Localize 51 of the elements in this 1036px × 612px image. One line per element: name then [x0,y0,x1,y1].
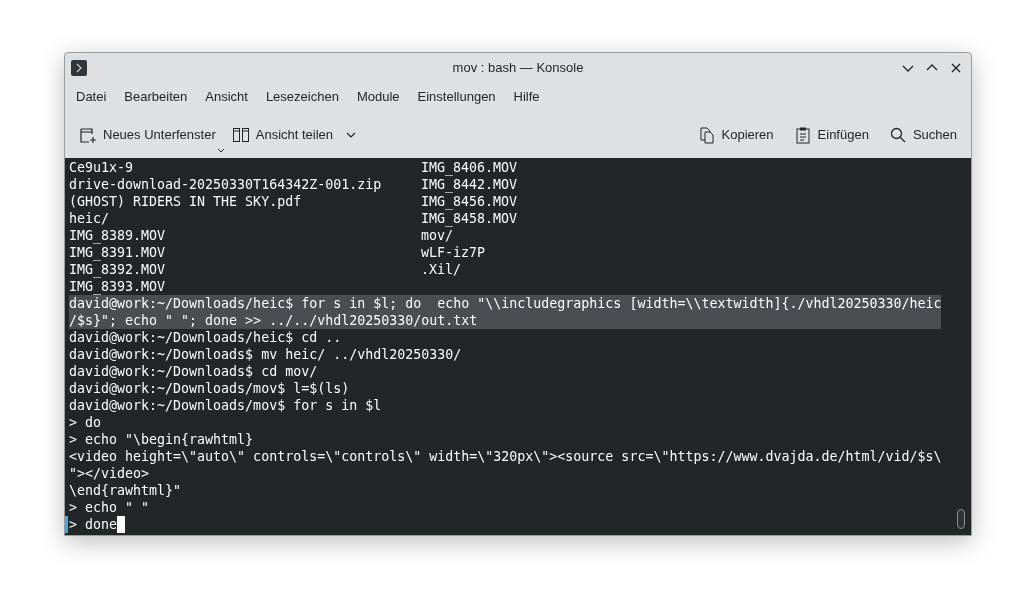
toolbar-button[interactable]: Ansicht teilen [231,121,358,149]
toolbar-button[interactable]: Einfügen [793,121,869,149]
menu-item[interactable]: Module [347,84,409,110]
terminal-line: \end{rawhtml}" [69,482,182,499]
terminal-icon [71,59,87,76]
scrollbar-handle[interactable] [957,509,965,529]
terminal-line: david@work:~/Downloads/mov$ for s in $l [69,397,382,414]
terminal-line: <video height=\"auto\" controls=\"controls\" width=\"320px\"><source src=\"https://www.dvajda.de/html/vid/$s\ [69,448,942,465]
file-name: IMG_8442.MOV [421,176,518,193]
terminal-line: david@work:~/Downloads$ mv heic/ ../vhdl20250330/ [69,346,462,363]
terminal-line: david@work:~/Downloads/mov$ l=$(ls) [69,380,350,397]
file-name: .Xil/ [421,261,462,278]
file-name: Ce9u1x-9 [69,159,135,176]
file-name: IMG_8458.MOV [421,210,518,227]
file-name: IMG_8456.MOV [421,193,518,210]
terminal-line: david@work:~/Downloads/heic$ cd .. [69,329,342,346]
file-name: heic/ [69,210,111,227]
file-name: wLF-iz7P [421,244,486,261]
terminal-line: > do [69,414,102,431]
caret-icon [217,148,224,153]
menu-item[interactable]: Hilfe [504,84,549,110]
file-name: drive-download-20250330T164342Z-001.zip [69,176,383,193]
toolbar-button[interactable]: Neues Unterfenster [79,121,216,149]
toolbar-button[interactable]: Suchen [888,121,957,149]
terminal-line: > echo " " [69,499,150,516]
menu-item[interactable]: Bearbeiten [115,84,197,110]
copy-icon [697,126,716,144]
new-tab-icon [79,126,97,144]
file-name: IMG_8392.MOV [69,261,167,278]
menu-item[interactable]: Lesezeichen [256,84,348,110]
menu-item[interactable]: Datei [67,84,116,110]
toolbar-button[interactable]: Kopieren [697,121,774,149]
menu-item[interactable]: Ansicht [196,84,257,110]
file-name: IMG_8406.MOV [421,159,518,176]
file-name: (GHOST) RIDERS IN THE SKY.pdf [69,193,303,210]
file-name: IMG_8391.MOV [69,244,167,261]
terminal-line: david@work:~/Downloads$ cd mov/ [69,363,318,380]
file-name: IMG_8389.MOV [69,227,167,244]
terminal-line: /$s}"; echo " "; done >> ../../vhdl20250330/out.txt [69,312,478,329]
split-view-icon [231,126,250,144]
clipboard-icon [793,126,812,144]
terminal-line: david@work:~/Downloads/heic$ for s in $l; do echo "\\includegraphics [width=\\textwidth]{./vhdl20250330/heic [69,295,942,312]
file-name: mov/ [421,227,454,244]
menu-item[interactable]: Einstellungen [408,84,505,110]
search-icon [888,126,907,144]
terminal-line: "></video> [69,465,150,482]
file-name: IMG_8393.MOV [69,278,167,295]
prompt-marker [65,516,68,533]
terminal-line: > echo "\begin{rawhtml} [69,431,254,448]
terminal-line: > done [69,516,118,533]
window-title: mov : bash — Konsole [452,58,584,77]
